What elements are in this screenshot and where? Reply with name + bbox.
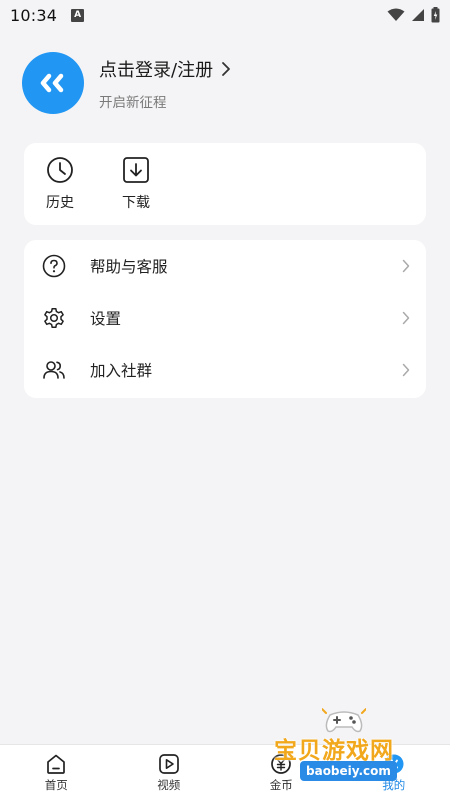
wifi-icon — [387, 8, 405, 21]
nav-item-profile[interactable]: 我的 — [338, 745, 450, 800]
quote-icon — [40, 73, 64, 93]
status-time: 10:34 — [10, 5, 58, 25]
login-label[interactable]: 点击登录/注册 — [99, 56, 213, 82]
users-icon — [42, 358, 66, 382]
notification-icon: A — [71, 8, 85, 22]
battery-icon — [431, 7, 440, 23]
coin-icon — [271, 753, 292, 774]
profile-subtitle: 开启新征程 — [99, 94, 167, 111]
chevron-right-icon — [402, 259, 410, 273]
history-button[interactable]: 历史 — [22, 143, 98, 225]
chevron-right-icon — [221, 61, 231, 77]
signal-icon — [412, 9, 424, 21]
download-icon — [123, 157, 149, 183]
home-icon — [47, 754, 66, 774]
bottom-nav: 首页 视频 金币 我的 — [0, 744, 450, 800]
menu-label-community: 加入社群 — [90, 362, 153, 380]
menu-card: 帮助与客服 设置 加入社群 — [24, 240, 426, 398]
gear-icon — [42, 306, 66, 330]
help-circle-icon — [42, 254, 66, 278]
download-label: 下载 — [122, 195, 150, 211]
chevron-right-icon — [402, 363, 410, 377]
play-icon — [158, 753, 179, 774]
login-register-link[interactable]: 点击登录/注册 — [99, 56, 231, 82]
nav-item-home[interactable]: 首页 — [0, 745, 113, 800]
gamepad-icon — [322, 708, 366, 733]
profile-header[interactable]: 点击登录/注册 开启新征程 — [22, 51, 422, 115]
menu-label-settings: 设置 — [90, 310, 122, 328]
nav-label-profile: 我的 — [382, 777, 406, 792]
status-indicators — [387, 7, 440, 23]
menu-item-settings[interactable]: 设置 — [24, 292, 426, 344]
nav-label-video: 视频 — [157, 777, 181, 792]
menu-label-help: 帮助与客服 — [90, 258, 168, 276]
nav-item-video[interactable]: 视频 — [113, 745, 226, 800]
nav-label-home: 首页 — [44, 777, 68, 792]
chevron-right-icon — [402, 311, 410, 325]
profile-icon — [384, 754, 404, 773]
menu-item-help[interactable]: 帮助与客服 — [24, 240, 426, 292]
status-bar: 10:34 A — [0, 0, 450, 30]
menu-item-community[interactable]: 加入社群 — [24, 344, 426, 396]
nav-label-coins: 金币 — [269, 777, 293, 792]
quick-actions-card: 历史 下载 — [24, 143, 426, 225]
clock-icon — [47, 157, 73, 183]
download-button[interactable]: 下载 — [98, 143, 174, 225]
nav-item-coins[interactable]: 金币 — [225, 745, 338, 800]
avatar[interactable] — [22, 52, 84, 114]
history-label: 历史 — [46, 195, 74, 211]
